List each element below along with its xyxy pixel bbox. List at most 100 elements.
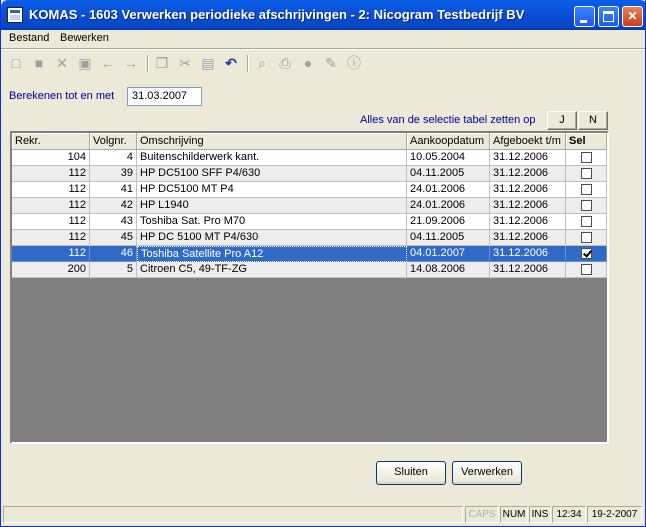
delete-icon[interactable]: ✕ — [54, 55, 70, 71]
status-ins: INS — [529, 506, 551, 523]
cell-omschrijving[interactable]: Citroen C5, 49-TF-ZG — [137, 262, 407, 278]
find-icon[interactable]: ⌕ — [254, 55, 270, 71]
select-all-j-button[interactable]: J — [547, 111, 577, 130]
cell-volgnr[interactable]: 39 — [90, 166, 137, 182]
cell-rekr[interactable]: 112 — [12, 214, 90, 230]
cell-volgnr[interactable]: 46 — [90, 246, 137, 262]
cell-aankoopdatum[interactable]: 24.01.2006 — [407, 182, 490, 198]
cell-omschrijving[interactable]: Toshiba Sat. Pro M70 — [137, 214, 407, 230]
minimize-button[interactable] — [574, 6, 595, 27]
menu-bestand[interactable]: Bestand — [9, 32, 49, 44]
verwerken-button[interactable]: Verwerken — [452, 461, 522, 485]
sel-checkbox[interactable] — [581, 184, 592, 195]
table-row[interactable]: 112 43 Toshiba Sat. Pro M70 21.09.2006 31.12… — [12, 214, 607, 230]
maximize-button[interactable] — [598, 6, 619, 27]
cell-omschrijving[interactable]: HP DC 5100 MT P4/630 — [137, 230, 407, 246]
cell-volgnr[interactable]: 5 — [90, 262, 137, 278]
cell-rekr[interactable]: 112 — [12, 230, 90, 246]
cell-afgeboekt[interactable]: 31.12.2006 — [490, 166, 566, 182]
menu-bewerken[interactable]: Bewerken — [60, 32, 109, 44]
sel-checkbox[interactable] — [581, 216, 592, 227]
sel-checkbox[interactable] — [581, 232, 592, 243]
cell-aankoopdatum[interactable]: 24.01.2006 — [407, 198, 490, 214]
arrow-right-icon[interactable]: → — [123, 55, 139, 71]
title-bar[interactable]: KOMAS - 1603 Verwerken periodieke afschr… — [1, 0, 645, 30]
cell-aankoopdatum[interactable]: 04.11.2005 — [407, 230, 490, 246]
cell-afgeboekt[interactable]: 31.12.2006 — [490, 214, 566, 230]
table-row[interactable]: 112 39 HP DC5100 SFF P4/630 04.11.2005 31.12… — [12, 166, 607, 182]
status-time: 12:34 — [552, 506, 586, 523]
header-volgnr[interactable]: Volgnr. — [90, 133, 137, 150]
cell-aankoopdatum[interactable]: 21.09.2006 — [407, 214, 490, 230]
sel-checkbox[interactable] — [581, 152, 592, 163]
minimize-icon — [580, 20, 587, 23]
table-row[interactable]: 112 41 HP DC5100 MT P4 24.01.2006 31.12.2006 — [12, 182, 607, 198]
cell-aankoopdatum[interactable]: 10.05.2004 — [407, 150, 490, 166]
info-icon[interactable]: ⓘ — [346, 55, 362, 71]
menu-separator — [1, 48, 645, 50]
cell-afgeboekt[interactable]: 31.12.2006 — [490, 246, 566, 262]
cell-rekr[interactable]: 104 — [12, 150, 90, 166]
close-button[interactable]: ✕ — [622, 6, 643, 27]
sel-checkbox[interactable] — [581, 248, 592, 259]
cell-sel — [566, 262, 607, 278]
header-aankoopdatum[interactable]: Aankoopdatum — [407, 133, 490, 150]
cell-omschrijving[interactable]: HP L1940 — [137, 198, 407, 214]
app-icon[interactable] — [7, 7, 23, 23]
cell-omschrijving[interactable]: HP DC5100 MT P4 — [137, 182, 407, 198]
cell-volgnr[interactable]: 4 — [90, 150, 137, 166]
cell-rekr[interactable]: 112 — [12, 246, 90, 262]
cell-aankoopdatum[interactable]: 04.11.2005 — [407, 166, 490, 182]
cell-rekr[interactable]: 112 — [12, 198, 90, 214]
cell-afgeboekt[interactable]: 31.12.2006 — [490, 262, 566, 278]
cell-volgnr[interactable]: 43 — [90, 214, 137, 230]
cell-rekr[interactable]: 112 — [12, 182, 90, 198]
new-icon[interactable]: □ — [8, 55, 24, 71]
sel-checkbox[interactable] — [581, 168, 592, 179]
header-rekr[interactable]: Rekr. — [12, 133, 90, 150]
table-row[interactable]: 112 42 HP L1940 24.01.2006 31.12.2006 — [12, 198, 607, 214]
cell-rekr[interactable]: 200 — [12, 262, 90, 278]
table-row[interactable]: 112 46 Toshiba Satellite Pro A12 04.01.2007… — [12, 246, 607, 262]
cell-sel — [566, 166, 607, 182]
header-sel[interactable]: Sel — [566, 133, 607, 150]
cell-afgeboekt[interactable]: 31.12.2006 — [490, 198, 566, 214]
maximize-icon — [603, 11, 614, 22]
status-message-panel — [3, 506, 463, 523]
cell-volgnr[interactable]: 41 — [90, 182, 137, 198]
select-all-n-button[interactable]: N — [578, 111, 608, 130]
cell-afgeboekt[interactable]: 31.12.2006 — [490, 182, 566, 198]
header-omschrijving[interactable]: Omschrijving — [137, 133, 407, 150]
afschrijvingen-table[interactable]: Rekr. Volgnr. Omschrijving Aankoopdatum … — [10, 131, 609, 444]
cell-afgeboekt[interactable]: 31.12.2006 — [490, 230, 566, 246]
table-row[interactable]: 200 5 Citroen C5, 49-TF-ZG 14.08.2006 31.12.… — [12, 262, 607, 278]
table-row[interactable]: 112 45 HP DC 5100 MT P4/630 04.11.2005 31.12… — [12, 230, 607, 246]
cut-icon[interactable]: ✂ — [177, 55, 193, 71]
cell-omschrijving[interactable]: HP DC5100 SFF P4/630 — [137, 166, 407, 182]
bell-icon[interactable]: ● — [300, 55, 316, 71]
berekenen-date-input[interactable]: 31.03.2007 — [127, 87, 202, 106]
cell-rekr[interactable]: 112 — [12, 166, 90, 182]
save-as-icon[interactable]: ▣ — [77, 55, 93, 71]
undo-icon[interactable]: ↶ — [223, 55, 239, 71]
cell-omschrijving[interactable]: Buitenschilderwerk kant. — [137, 150, 407, 166]
sel-checkbox[interactable] — [581, 264, 592, 275]
cell-aankoopdatum[interactable]: 14.08.2006 — [407, 262, 490, 278]
sel-checkbox[interactable] — [581, 200, 592, 211]
sluiten-button[interactable]: Sluiten — [376, 461, 446, 485]
edit-icon[interactable]: ✎ — [323, 55, 339, 71]
main-window: KOMAS - 1603 Verwerken periodieke afschr… — [0, 0, 646, 527]
cell-omschrijving[interactable]: Toshiba Satellite Pro A12 — [137, 246, 407, 262]
cell-afgeboekt[interactable]: 31.12.2006 — [490, 150, 566, 166]
cell-volgnr[interactable]: 42 — [90, 198, 137, 214]
cell-aankoopdatum[interactable]: 04.01.2007 — [407, 246, 490, 262]
header-afgeboekt[interactable]: Afgeboekt t/m — [490, 133, 566, 150]
cell-sel — [566, 150, 607, 166]
table-row[interactable]: 104 4 Buitenschilderwerk kant. 10.05.2004 31… — [12, 150, 607, 166]
copy-icon[interactable]: ❐ — [154, 55, 170, 71]
save-icon[interactable]: ■ — [31, 55, 47, 71]
print-icon[interactable]: ⎙ — [277, 55, 293, 71]
paste-icon[interactable]: ▤ — [200, 55, 216, 71]
arrow-left-icon[interactable]: ← — [100, 55, 116, 71]
cell-volgnr[interactable]: 45 — [90, 230, 137, 246]
